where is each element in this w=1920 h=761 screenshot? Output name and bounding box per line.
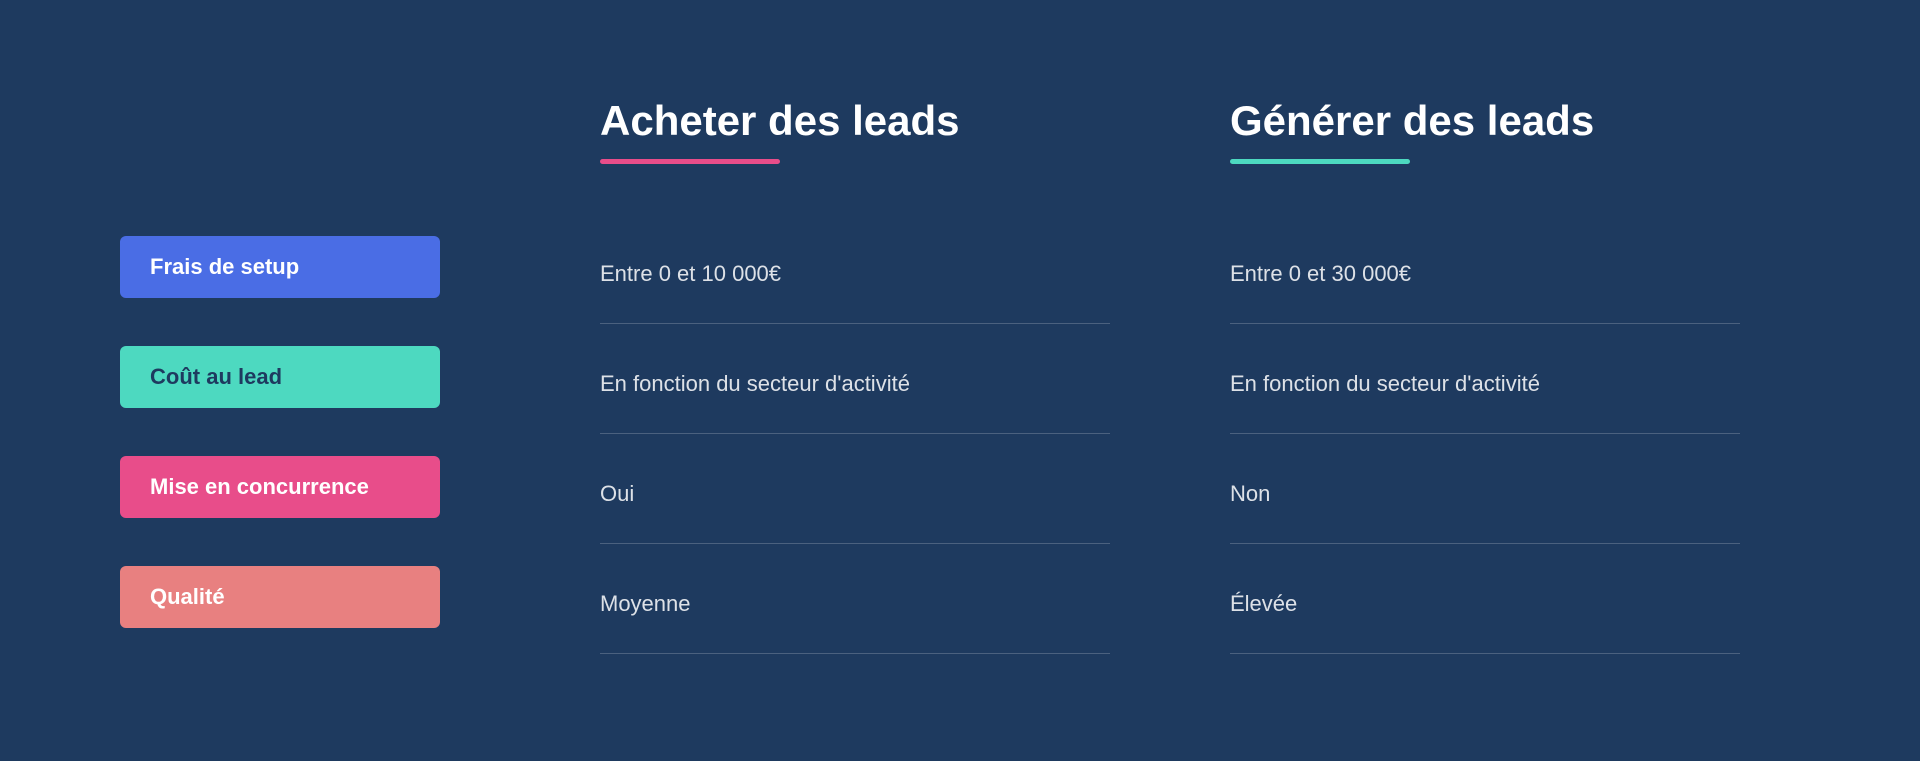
acheter-qualite-value: Moyenne	[600, 591, 691, 617]
acheter-row-2: Oui	[600, 444, 1110, 544]
acheter-row-3: Moyenne	[600, 554, 1110, 654]
left-column: Frais de setup Coût au lead Mise en conc…	[120, 97, 540, 664]
badge-qualite: Qualité	[120, 566, 440, 628]
generer-row-3: Élevée	[1230, 554, 1740, 654]
acheter-title: Acheter des leads	[600, 97, 1110, 145]
page-container: Frais de setup Coût au lead Mise en conc…	[0, 0, 1920, 761]
acheter-row-1: En fonction du secteur d'activité	[600, 334, 1110, 434]
generer-title: Générer des leads	[1230, 97, 1740, 145]
generer-cout-value: En fonction du secteur d'activité	[1230, 371, 1540, 397]
generer-row-0: Entre 0 et 30 000€	[1230, 224, 1740, 324]
generer-mise-value: Non	[1230, 481, 1270, 507]
generer-qualite-value: Élevée	[1230, 591, 1297, 617]
label-frais-setup: Frais de setup	[120, 217, 540, 317]
acheter-frais-value: Entre 0 et 10 000€	[600, 261, 781, 287]
generer-frais-value: Entre 0 et 30 000€	[1230, 261, 1411, 287]
generer-underline	[1230, 159, 1410, 164]
badge-frais-setup: Frais de setup	[120, 236, 440, 298]
label-cout-lead: Coût au lead	[120, 327, 540, 427]
acheter-row-0: Entre 0 et 10 000€	[600, 224, 1110, 324]
generer-header: Générer des leads	[1230, 97, 1740, 164]
label-qualite: Qualité	[120, 547, 540, 647]
generer-row-1: En fonction du secteur d'activité	[1230, 334, 1740, 434]
acheter-cout-value: En fonction du secteur d'activité	[600, 371, 910, 397]
generer-column: Générer des leads Entre 0 et 30 000€ En …	[1170, 97, 1800, 664]
generer-row-2: Non	[1230, 444, 1740, 544]
label-mise-concurrence: Mise en concurrence	[120, 437, 540, 537]
comparison-layout: Frais de setup Coût au lead Mise en conc…	[120, 97, 1800, 664]
acheter-underline	[600, 159, 780, 164]
acheter-mise-value: Oui	[600, 481, 634, 507]
badge-mise-concurrence: Mise en concurrence	[120, 456, 440, 518]
badge-cout-lead: Coût au lead	[120, 346, 440, 408]
acheter-column: Acheter des leads Entre 0 et 10 000€ En …	[540, 97, 1170, 664]
acheter-header: Acheter des leads	[600, 97, 1110, 164]
